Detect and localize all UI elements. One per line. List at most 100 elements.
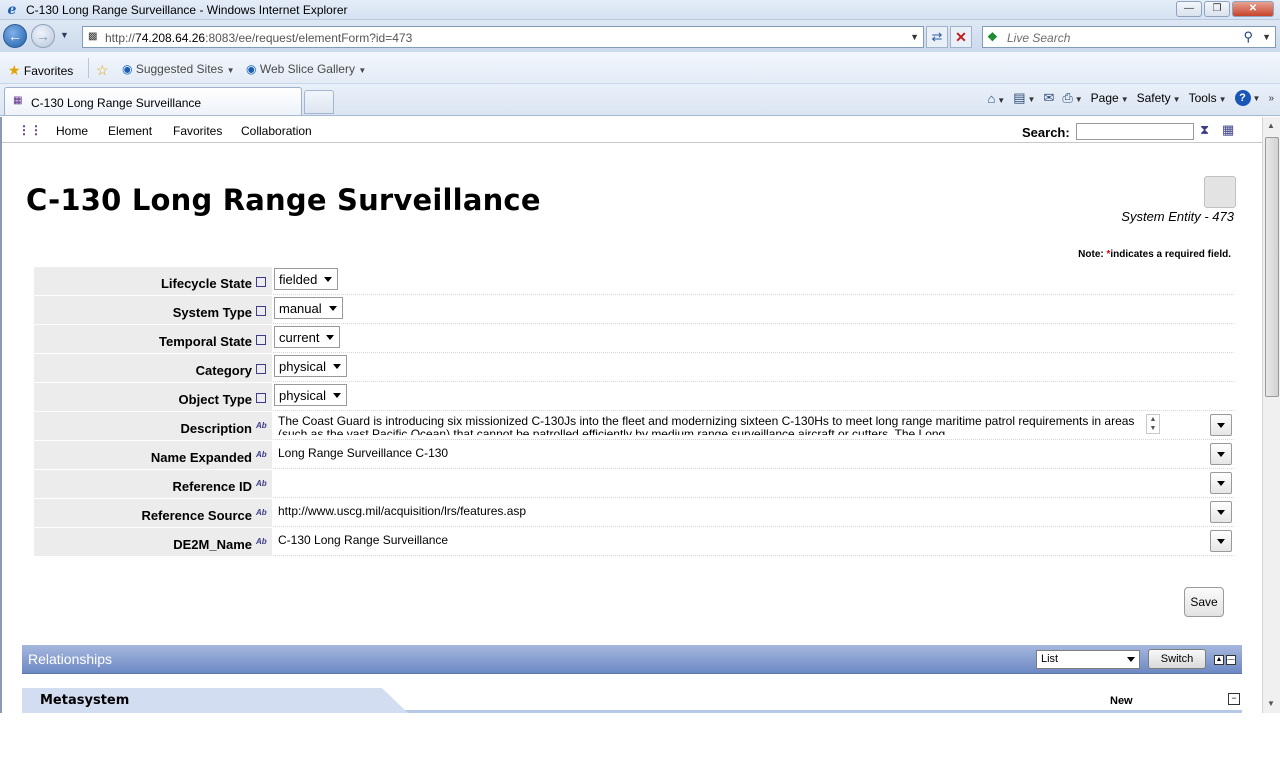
web-slice-gallery-link[interactable]: ◉ Web Slice Gallery ▼ — [246, 62, 366, 76]
back-icon[interactable]: ← — [3, 24, 27, 48]
new-relationship-link[interactable]: New — [1110, 695, 1133, 707]
safety-menu[interactable]: Safety ▼ — [1137, 91, 1181, 105]
url-text[interactable]: http://74.208.64.26:8083/ee/request/elem… — [105, 31, 412, 45]
home-button[interactable]: ⌂ ▼ — [987, 91, 1005, 106]
nav-collaboration[interactable]: Collaboration — [241, 124, 312, 138]
scroll-down-icon[interactable]: ▼ — [1267, 699, 1275, 708]
suggested-sites-label: Suggested Sites — [135, 62, 224, 76]
textarea-scroll-icon[interactable]: ▲ ▼ — [1146, 414, 1160, 434]
favorites-bar: ★ Favorites ☆ ◉ Suggested Sites ▼ ◉ Web … — [0, 52, 1280, 84]
refresh-icon[interactable]: ⇄ — [926, 26, 948, 48]
chevron-down-icon: ▼ — [997, 95, 1006, 105]
field-label: Category — [34, 354, 272, 382]
search-input[interactable] — [1076, 123, 1194, 140]
minimize-icon[interactable]: — — [1176, 1, 1202, 17]
enumeration-field-icon — [256, 277, 266, 287]
chevron-down-icon: ▼ — [358, 66, 367, 75]
tools-menu[interactable]: Tools ▼ — [1189, 91, 1227, 105]
print-button[interactable]: ⎙ ▼ — [1062, 90, 1082, 106]
note-suffix: indicates a required field. — [1110, 249, 1231, 260]
suggested-sites-link[interactable]: ◉ Suggested Sites ▼ — [122, 62, 235, 76]
chevron-more-icon[interactable]: » — [1268, 93, 1274, 104]
page-title: C-130 Long Range Surveillance — [26, 183, 541, 217]
nav-element[interactable]: Element — [108, 124, 152, 138]
window-title: C-130 Long Range Surveillance - Windows … — [26, 3, 348, 17]
chevron-down-icon — [1217, 423, 1225, 428]
nav-home[interactable]: Home — [56, 124, 88, 138]
read-mail-button[interactable]: ✉ — [1043, 90, 1054, 106]
advanced-search-icon[interactable]: ▦ — [1222, 122, 1234, 138]
nav-favorites[interactable]: Favorites — [173, 124, 222, 138]
chevron-down-icon — [326, 335, 335, 340]
save-button[interactable]: Save — [1184, 587, 1224, 617]
restore-icon[interactable]: ❐ — [1204, 1, 1230, 17]
favorites-button[interactable]: ★ Favorites — [8, 62, 73, 79]
name-expanded-expand-button[interactable] — [1210, 443, 1232, 465]
collapse-section-icon[interactable]: − — [1228, 693, 1240, 705]
expand-all-icon[interactable]: ▲ — [1214, 655, 1224, 665]
history-dropdown-icon[interactable]: ▼ — [60, 30, 69, 40]
lifecycle-state-select[interactable]: fielded — [274, 268, 339, 290]
add-favorite-icon[interactable]: ☆ — [96, 62, 109, 79]
text-field-icon: Ab — [256, 450, 267, 459]
reference-source-field[interactable]: http://www.uscg.mil/acquisition/lrs/feat… — [278, 504, 526, 518]
forward-icon[interactable]: → — [31, 24, 55, 48]
chevron-down-icon — [1217, 481, 1225, 486]
address-dropdown-icon[interactable]: ▼ — [910, 32, 919, 42]
help-icon: ? — [1234, 90, 1251, 106]
reference-id-expand-button[interactable] — [1210, 472, 1232, 494]
temporal-state-select[interactable]: current — [274, 326, 341, 348]
live-search-placeholder: Live Search — [1007, 31, 1071, 45]
address-row: ← → ▼ ▩ http://74.208.64.26:8083/ee/requ… — [0, 20, 1280, 52]
metasystem-tab[interactable]: Metasystem — [22, 688, 408, 713]
tab-active[interactable]: ▦ C-130 Long Range Surveillance — [4, 87, 302, 115]
chevron-down-icon: ▼ — [1027, 95, 1036, 104]
description-textarea[interactable]: The Coast Guard is introducing six missi… — [278, 415, 1148, 435]
chevron-down-icon — [1127, 657, 1135, 662]
search-options-icon[interactable]: ▼ — [1262, 32, 1271, 42]
scroll-up-icon[interactable]: ▲ — [1267, 121, 1275, 130]
reference-source-expand-button[interactable] — [1210, 501, 1232, 523]
object-type-select[interactable]: physical — [274, 384, 347, 406]
live-search-logo-icon: ❖ — [987, 30, 998, 44]
close-icon[interactable]: ✕ — [1232, 1, 1274, 17]
form-row-temporal-state: Temporal State current — [32, 325, 1234, 354]
page-menu[interactable]: Page ▼ — [1091, 91, 1129, 105]
field-label: DE2M_Name — [34, 528, 272, 556]
binoculars-search-icon[interactable]: ⧗ — [1200, 122, 1209, 138]
web-slice-gallery-label: Web Slice Gallery — [259, 62, 355, 76]
chevron-down-icon: ▼ — [226, 66, 235, 75]
safety-menu-label: Safety — [1136, 91, 1171, 105]
address-bar[interactable]: ▩ http://74.208.64.26:8083/ee/request/el… — [82, 26, 924, 48]
description-expand-button[interactable] — [1210, 414, 1232, 436]
system-type-select[interactable]: manual — [274, 297, 343, 319]
search-icon[interactable]: ⚲ — [1243, 29, 1253, 45]
page-scrollbar[interactable]: ▲ ▼ — [1262, 117, 1280, 713]
name-expanded-field[interactable]: Long Range Surveillance C-130 — [278, 446, 448, 460]
tools-menu-label: Tools — [1188, 91, 1217, 105]
chevron-down-icon — [324, 277, 333, 282]
help-menu[interactable]: ? ▼ — [1234, 90, 1260, 106]
de2m-name-expand-button[interactable] — [1210, 530, 1232, 552]
field-value-cell: manual — [273, 296, 1234, 324]
field-value-cell: http://www.uscg.mil/acquisition/lrs/feat… — [273, 499, 1234, 527]
category-select[interactable]: physical — [274, 355, 347, 377]
scrollbar-thumb[interactable] — [1265, 137, 1279, 397]
stop-icon[interactable]: ✕ — [950, 26, 972, 48]
note-prefix: Note: — [1078, 249, 1107, 260]
chevron-down-icon — [332, 364, 341, 369]
feeds-button[interactable]: ▤ ▼ — [1013, 90, 1035, 106]
select-value: physical — [279, 359, 326, 374]
page-viewport: ⋮⋮ Home Element Favorites Collaboration … — [0, 117, 1262, 713]
form-row-object-type: Object Type physical — [32, 383, 1234, 412]
new-tab-button[interactable] — [304, 90, 334, 114]
search-label: Search: — [1022, 125, 1070, 140]
de2m-name-field[interactable]: C-130 Long Range Surveillance — [278, 533, 448, 547]
chevron-down-icon: ▼ — [1120, 95, 1129, 104]
field-label: Lifecycle State — [34, 267, 272, 295]
collapse-all-icon[interactable]: — — [1226, 655, 1236, 665]
app-logo-icon[interactable]: ⋮⋮ — [18, 123, 42, 137]
live-search-box[interactable]: ❖ Live Search ⚲ ▼ — [982, 26, 1276, 48]
relationships-view-select[interactable]: List — [1036, 650, 1140, 669]
switch-button[interactable]: Switch — [1148, 649, 1206, 669]
